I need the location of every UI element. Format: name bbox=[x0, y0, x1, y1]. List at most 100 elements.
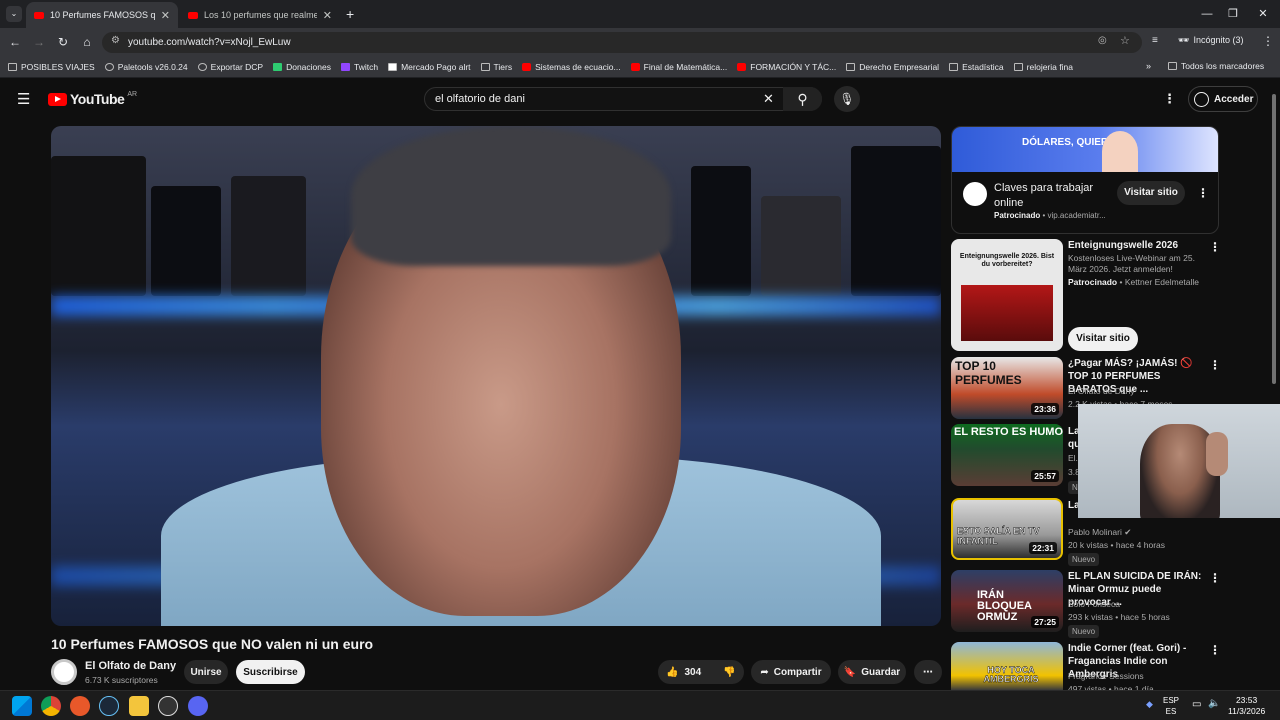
more-actions-button[interactable]: ⋯ bbox=[914, 660, 942, 684]
like-count[interactable]: 304 bbox=[684, 667, 701, 678]
all-bookmarks[interactable]: Todos los marcadores bbox=[1168, 61, 1264, 71]
ad-banner-image[interactable]: DÓLARES, QUIERAS bbox=[952, 127, 1218, 172]
video-title[interactable]: La... qu... bbox=[1068, 425, 1078, 451]
bookmark-item[interactable]: Final de Matemática... bbox=[630, 62, 727, 72]
tab-search-list-icon[interactable]: ≡ bbox=[1152, 35, 1158, 46]
windows-start-icon[interactable] bbox=[12, 696, 32, 716]
new-tab-icon[interactable]: + bbox=[346, 6, 354, 22]
join-button[interactable]: Unirse bbox=[184, 660, 228, 684]
ad-menu-icon[interactable]: ⋮ bbox=[1209, 240, 1221, 254]
ad-menu-icon[interactable]: ⋮ bbox=[1197, 186, 1209, 200]
tab-perfumes[interactable]: Los 10 perfumes que realmente ✕ bbox=[180, 2, 340, 28]
visit-site-button[interactable]: Visitar sitio bbox=[1117, 181, 1185, 205]
close-tab-icon[interactable]: ✕ bbox=[323, 9, 332, 22]
back-icon[interactable]: ← bbox=[6, 34, 24, 50]
bookmark-item[interactable]: Sistemas de ecuacio... bbox=[522, 62, 621, 72]
video-menu-icon[interactable]: ⋮ bbox=[1209, 571, 1221, 585]
thumbs-down-icon[interactable]: 👎 bbox=[723, 667, 735, 678]
bookmark-item[interactable]: Estadística bbox=[949, 62, 1004, 72]
tab-youtube-video[interactable]: 10 Perfumes FAMOSOS que NO ✕ bbox=[26, 2, 178, 28]
clear-search-icon[interactable]: ✕ bbox=[763, 91, 774, 107]
hamburger-menu-icon[interactable]: ☰ bbox=[17, 90, 30, 108]
video-thumbnail[interactable]: ESTO SALÍA EN TV INFANTIL 22:31 bbox=[951, 498, 1063, 560]
bookmark-icon: 🔖 bbox=[843, 666, 857, 678]
brave-icon[interactable] bbox=[70, 696, 90, 716]
share-button[interactable]: ➦ Compartir bbox=[751, 660, 831, 684]
page-scrollbar[interactable] bbox=[1270, 84, 1278, 688]
tab-search-icon[interactable]: ⌄ bbox=[6, 6, 22, 22]
home-icon[interactable]: ⌂ bbox=[78, 34, 96, 50]
visit-site-button[interactable]: Visitar sitio bbox=[1068, 327, 1138, 351]
bookmark-item[interactable]: Mercado Pago alrt bbox=[388, 62, 471, 72]
video-thumbnail[interactable]: HOY TOCA AMBERGRIS bbox=[951, 642, 1063, 690]
youtube-logo[interactable]: YouTube AR bbox=[48, 91, 137, 107]
close-window-icon[interactable]: ✕ bbox=[1252, 4, 1274, 24]
eye-off-icon[interactable]: ◎ bbox=[1098, 35, 1107, 46]
ad-advertiser: Kettner Edelmetalle bbox=[1124, 277, 1200, 287]
github-icon[interactable] bbox=[158, 696, 178, 716]
advertiser-logo[interactable] bbox=[963, 182, 987, 206]
system-clock[interactable]: 23:53 11/3/2026 bbox=[1228, 695, 1265, 717]
video-channel[interactable]: El Olfato de Dany bbox=[1068, 386, 1135, 396]
ad-title[interactable]: Claves para trabajar online bbox=[994, 181, 1104, 211]
site-icon bbox=[273, 62, 283, 71]
bookmark-label: Estadística bbox=[962, 61, 1004, 72]
youtube-header: ☰ YouTube AR el olfatorio de dani ✕ ⚲ 🎙 … bbox=[0, 78, 1280, 120]
thumbs-up-icon[interactable]: 👍 bbox=[666, 667, 678, 678]
save-button[interactable]: 🔖 Guardar bbox=[838, 660, 906, 684]
site-info-icon[interactable]: ⚙ bbox=[111, 35, 120, 46]
video-thumbnail[interactable]: TOP 10 PERFUMES 23:36 bbox=[951, 357, 1063, 419]
incognito-profile[interactable]: 🕶 Incógnito (3) bbox=[1178, 35, 1243, 46]
more-bookmarks-icon[interactable]: » bbox=[1146, 61, 1151, 71]
steam-icon[interactable] bbox=[99, 696, 119, 716]
voice-search-button[interactable]: 🎙 bbox=[834, 86, 860, 112]
chrome-menu-icon[interactable]: ⋮ bbox=[1262, 34, 1274, 48]
video-player[interactable] bbox=[51, 126, 941, 626]
network-icon[interactable]: ▭ bbox=[1192, 699, 1201, 710]
lang-code: ESP bbox=[1163, 696, 1180, 705]
volume-icon[interactable]: 🔈 bbox=[1208, 698, 1220, 709]
ad-thumbnail[interactable]: Enteignungswelle 2026. Bist du vorbereit… bbox=[951, 239, 1063, 351]
minimize-icon[interactable]: — bbox=[1196, 4, 1218, 24]
discord-icon[interactable] bbox=[188, 696, 208, 716]
channel-name[interactable]: El Olfato de Dany bbox=[85, 660, 176, 672]
bookmark-item[interactable]: FORMACIÓN Y TÁC... bbox=[737, 62, 836, 72]
bookmark-star-icon[interactable]: ☆ bbox=[1120, 34, 1130, 47]
scrollbar-thumb[interactable] bbox=[1272, 94, 1276, 384]
new-badge: Nuevo bbox=[1068, 553, 1100, 566]
bookmark-item[interactable]: Paletools v26.0.24 bbox=[104, 62, 188, 72]
language-indicator[interactable]: ESP ES bbox=[1163, 695, 1179, 717]
restore-icon[interactable]: ❐ bbox=[1222, 4, 1244, 24]
video-thumbnail[interactable]: IRÁN BLOQUEA ORMUZ 27:25 bbox=[951, 570, 1063, 632]
region-code: AR bbox=[127, 90, 138, 98]
video-thumbnail[interactable]: EL RESTO ES HUMO 25:57 bbox=[951, 424, 1063, 486]
bookmark-item[interactable]: Donaciones bbox=[273, 62, 331, 72]
tray-arrow-icon[interactable]: ◆ bbox=[1146, 699, 1153, 710]
file-explorer-icon[interactable] bbox=[129, 696, 149, 716]
subscribe-button[interactable]: Suscribirse bbox=[236, 660, 305, 684]
search-input[interactable]: el olfatorio de dani ✕ bbox=[424, 87, 822, 111]
chrome-icon[interactable] bbox=[41, 696, 61, 716]
forward-icon[interactable]: → bbox=[30, 34, 48, 50]
video-channel[interactable]: Fragrance Sessions bbox=[1068, 671, 1144, 681]
sign-in-button[interactable]: Acceder bbox=[1188, 86, 1258, 112]
close-tab-icon[interactable]: ✕ bbox=[161, 9, 170, 22]
bookmark-item[interactable]: POSIBLES VIAJES bbox=[8, 62, 95, 72]
bookmark-item[interactable]: relojeria fina bbox=[1013, 62, 1073, 72]
bookmark-item[interactable]: Derecho Empresarial bbox=[846, 62, 939, 72]
video-menu-icon[interactable]: ⋮ bbox=[1209, 358, 1221, 372]
bookmark-item[interactable]: Exportar DCP bbox=[197, 62, 263, 72]
bookmark-item[interactable]: Tiers bbox=[480, 62, 512, 72]
reload-icon[interactable]: ↻ bbox=[54, 34, 72, 50]
settings-menu-icon[interactable]: ⋮ bbox=[1163, 91, 1176, 107]
search-button[interactable]: ⚲ bbox=[783, 87, 822, 111]
ad-title[interactable]: Enteignungswelle 2026 bbox=[1068, 240, 1178, 251]
video-menu-icon[interactable]: ⋮ bbox=[1209, 643, 1221, 657]
channel-avatar[interactable] bbox=[51, 659, 77, 685]
address-bar[interactable]: ⚙ youtube.com/watch?v=xNojl_EwLuw ◎ ☆ bbox=[102, 32, 1142, 53]
video-channel[interactable]: Solo Fonseca bbox=[1068, 599, 1120, 609]
bookmark-item[interactable]: Twitch bbox=[340, 62, 378, 72]
video-channel[interactable]: Pablo Molinari ✔ bbox=[1068, 527, 1131, 538]
sponsored-card[interactable]: DÓLARES, QUIERAS Claves para trabajar on… bbox=[951, 126, 1219, 234]
video-title[interactable]: La... Picapiedra: origen, escándalos... bbox=[1068, 499, 1078, 512]
